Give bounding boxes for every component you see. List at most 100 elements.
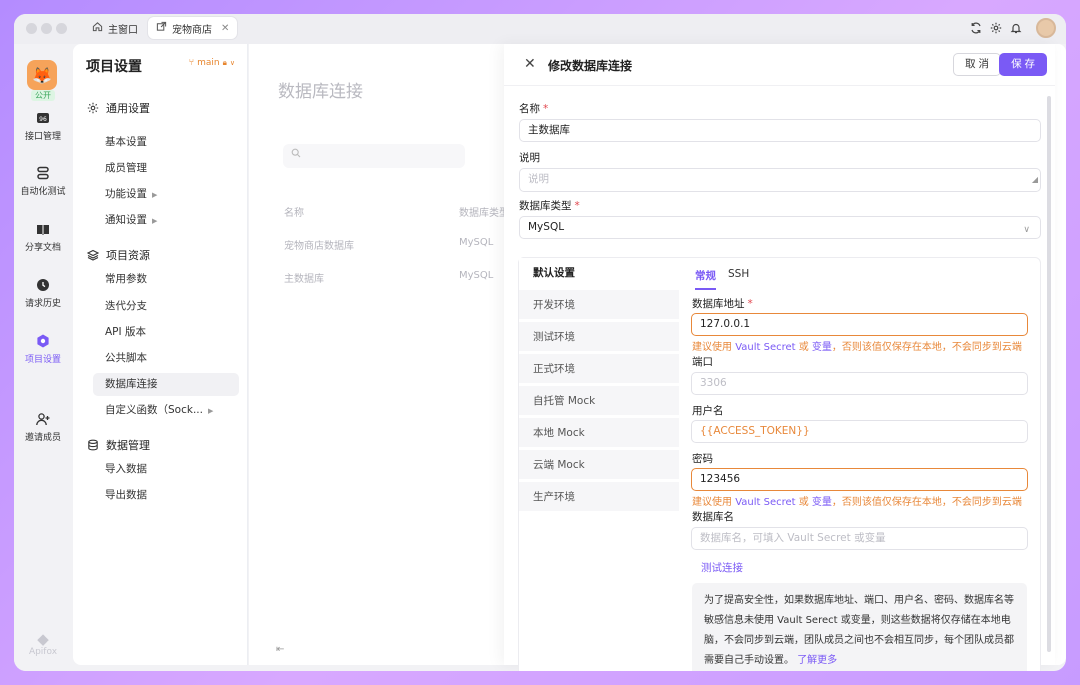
password-label: 密码 <box>692 453 713 465</box>
rail-item-settings[interactable]: 项目设置 <box>14 333 72 365</box>
page-title: 数据库连接 <box>278 82 363 102</box>
test-connection-link[interactable]: 测试连接 <box>701 560 743 575</box>
sidebar-item-basic[interactable]: 基本设置 <box>93 131 239 154</box>
port-label: 端口 <box>692 356 713 368</box>
password-warning: 建议使用 Vault Secret 或 变量，否则该值仅保存在本地，不会同步到云… <box>692 497 1022 508</box>
username-field[interactable]: {{ACCESS_TOKEN}} <box>691 420 1028 443</box>
branch-selector[interactable]: ⑂ main 🔒︎ ∨ <box>189 58 235 68</box>
close-icon[interactable]: ✕ <box>221 23 229 34</box>
tab-pet-store[interactable]: 宠物商店 ✕ <box>148 17 238 39</box>
env-item-self-hosted-mock[interactable]: 自托管 Mock <box>519 386 679 416</box>
column-header-type: 数据库类型 <box>459 208 509 219</box>
sidebar-item-branches[interactable]: 迭代分支 <box>93 295 239 318</box>
sidebar-item-db-connection[interactable]: 数据库连接 <box>93 373 239 396</box>
bell-icon[interactable] <box>1008 20 1024 36</box>
env-item-cloud-mock[interactable]: 云端 Mock <box>519 450 679 480</box>
db-type-select[interactable]: MySQL ∨ <box>519 216 1041 239</box>
variable-link[interactable]: 变量 <box>812 342 832 353</box>
chevron-right-icon: ▶ <box>207 407 214 415</box>
rail-item-history[interactable]: 请求历史 <box>14 277 72 309</box>
rail-item-api[interactable]: 96 接口管理 <box>14 110 72 142</box>
rail-item-automation[interactable]: 自动化测试 <box>14 165 72 197</box>
group-data: 数据管理 <box>87 437 150 453</box>
project-logo[interactable]: 🦊 <box>27 60 57 90</box>
search-input[interactable] <box>283 144 465 168</box>
security-note: 为了提高安全性，如果数据库地址、端口、用户名、密码、数据库名等敏感信息未使用 V… <box>692 583 1027 671</box>
env-item-dev[interactable]: 开发环境 <box>519 290 679 320</box>
vault-secret-link[interactable]: Vault Secret <box>735 342 795 353</box>
name-field[interactable]: 主数据库 <box>519 119 1041 142</box>
host-field[interactable]: 127.0.0.1 <box>691 313 1028 336</box>
env-item-default[interactable]: 默认设置 <box>519 258 679 288</box>
tab-label: 主窗口 <box>108 24 138 36</box>
window-close-dot[interactable] <box>26 23 37 34</box>
resize-grip-icon[interactable]: ◢ <box>1032 169 1038 190</box>
sidebar-item-members[interactable]: 成员管理 <box>93 157 239 180</box>
book-icon <box>37 225 49 235</box>
branch-name: main <box>197 58 220 68</box>
learn-more-link[interactable]: 了解更多 <box>797 655 837 666</box>
rail-item-invite[interactable]: 邀请成员 <box>14 411 72 443</box>
chevron-down-icon: ∨ <box>229 59 235 67</box>
chevron-right-icon: ▶ <box>152 191 158 199</box>
rail-item-label: 自动化测试 <box>20 187 66 197</box>
sidebar-item-params[interactable]: 常用参数 <box>93 268 239 291</box>
title-bar: 主窗口 宠物商店 ✕ <box>14 14 1066 44</box>
host-label: 数据库地址 * <box>692 298 753 310</box>
sidebar-item-scripts[interactable]: 公共脚本 <box>93 347 239 370</box>
db-name-label: 数据库名 <box>692 511 734 523</box>
save-button[interactable]: 保 存 <box>999 53 1047 76</box>
tab-label: 宠物商店 <box>172 24 212 36</box>
env-item-test[interactable]: 测试环境 <box>519 322 679 352</box>
sidebar-item-custom-functions[interactable]: 自定义函数（Sock... ▶ <box>93 399 239 422</box>
sidebar-item-features[interactable]: 功能设置 ▶ <box>93 183 239 206</box>
branch-icon: ⑂ <box>188 58 195 68</box>
window-minimize-dot[interactable] <box>41 23 52 34</box>
db-type-label: 数据库类型 * <box>519 200 580 212</box>
variable-link[interactable]: 变量 <box>812 497 832 508</box>
app-window: 主窗口 宠物商店 ✕ 🦊 公开 96 接口管理 自动化测试 分享文档 请求历史 … <box>14 14 1066 671</box>
table-cell-type: MySQL <box>459 237 494 248</box>
sidebar-item-export[interactable]: 导出数据 <box>93 484 239 507</box>
env-item-prod[interactable]: 正式环境 <box>519 354 679 384</box>
tab-general[interactable]: 常规 <box>695 268 716 290</box>
layers-icon <box>87 249 99 261</box>
cancel-button[interactable]: 取 消 <box>953 53 1001 76</box>
tab-main-window[interactable]: 主窗口 <box>84 17 146 39</box>
settings-sidebar: 项目设置 ⑂ main 🔒︎ ∨ 通用设置 基本设置 成员管理 功能设置 ▶ 通知… <box>73 44 248 665</box>
tab-ssh[interactable]: SSH <box>728 268 749 285</box>
gear-icon[interactable] <box>988 20 1004 36</box>
drawer-title: 修改数据库连接 <box>548 59 633 73</box>
api-icon: 96 <box>37 113 49 123</box>
drawer-header: ✕ 修改数据库连接 取 消 保 存 <box>504 44 1055 86</box>
description-label: 说明 <box>519 152 540 164</box>
vault-secret-link[interactable]: Vault Secret <box>735 497 795 508</box>
rail-item-label: 邀请成员 <box>24 433 61 443</box>
avatar[interactable] <box>1036 18 1056 38</box>
port-field[interactable]: 3306 <box>691 372 1028 395</box>
settings-icon <box>37 334 49 348</box>
rail-item-docs[interactable]: 分享文档 <box>14 221 72 253</box>
refresh-icon[interactable] <box>968 20 984 36</box>
sidebar-item-notifications[interactable]: 通知设置 ▶ <box>93 209 239 232</box>
external-link-icon <box>156 21 167 35</box>
automation-icon <box>37 166 49 180</box>
rail-item-label: 接口管理 <box>24 132 61 142</box>
sidebar-item-api-version[interactable]: API 版本 <box>93 321 239 344</box>
window-maximize-dot[interactable] <box>56 23 67 34</box>
close-icon[interactable]: ✕ <box>524 56 536 72</box>
username-label: 用户名 <box>692 405 724 417</box>
env-item-local-mock[interactable]: 本地 Mock <box>519 418 679 448</box>
sidebar-item-import[interactable]: 导入数据 <box>93 458 239 481</box>
group-label: 数据管理 <box>106 439 150 452</box>
environment-list: 默认设置 开发环境 测试环境 正式环境 自托管 Mock 本地 Mock 云端 … <box>519 258 679 671</box>
collapse-sidebar-icon[interactable]: ⇤ <box>276 644 284 655</box>
db-name-field[interactable]: 数据库名，可填入 Vault Secret 或变量 <box>691 527 1028 550</box>
gear-icon <box>87 102 99 114</box>
scrollbar[interactable] <box>1047 96 1051 652</box>
description-textarea[interactable]: 说明 ◢ <box>519 168 1041 192</box>
chevron-down-icon: ∨ <box>1023 225 1030 235</box>
table-cell-type: MySQL <box>459 270 494 281</box>
password-field[interactable]: 123456 <box>691 468 1028 491</box>
env-item-production[interactable]: 生产环境 <box>519 482 679 512</box>
